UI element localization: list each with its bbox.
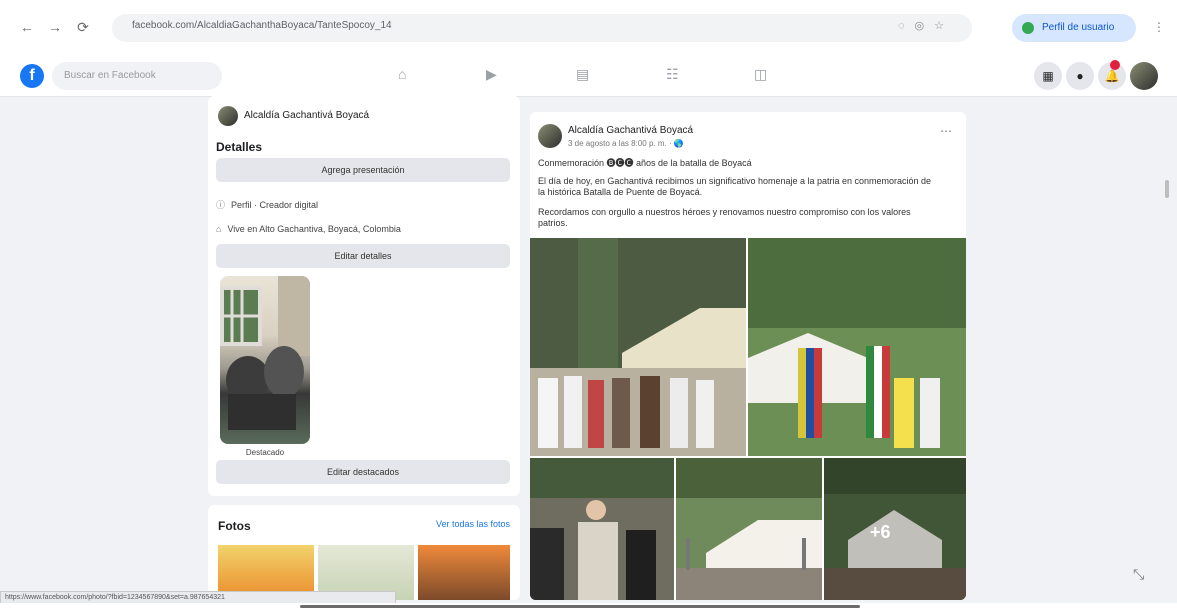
post-photo[interactable] xyxy=(748,238,966,456)
url-actions-icon[interactable]: ◌◎☆ xyxy=(898,19,954,32)
post-photo-4-illustration xyxy=(676,458,822,600)
post-photo-2-illustration xyxy=(748,238,966,456)
video-icon[interactable]: ▶ xyxy=(486,66,497,83)
taskbar-strip xyxy=(0,603,1177,612)
facebook-logo-icon[interactable]: f xyxy=(20,64,44,88)
post-photo-1-illustration xyxy=(530,238,746,456)
featured-photo[interactable] xyxy=(220,276,310,444)
location-icon: ⌂ xyxy=(216,224,222,234)
post-author-avatar[interactable] xyxy=(538,124,562,148)
page-identity: Alcaldía Gachantivá Boyacá xyxy=(218,106,508,132)
featured-label: Destacado xyxy=(245,448,285,457)
menu-grid-icon[interactable]: ▦ xyxy=(1034,62,1062,90)
details-title: Detalles xyxy=(216,140,263,154)
messenger-icon[interactable]: ● xyxy=(1066,62,1094,90)
post-photo[interactable] xyxy=(530,238,746,456)
profile-pill-label: Perfil de usuario xyxy=(1042,22,1115,33)
page-name[interactable]: Alcaldía Gachantivá Boyacá xyxy=(244,110,369,121)
edit-details-button[interactable]: Editar detalles xyxy=(216,244,510,268)
profile-detail: ⓘ Perfil · Creador digital xyxy=(216,198,506,212)
post-card: Alcaldía Gachantivá Boyacá 3 de agosto a… xyxy=(530,112,966,600)
post-text-line: patrios. xyxy=(538,218,568,228)
post-photo-more[interactable] xyxy=(824,458,966,600)
profile-dot-icon xyxy=(1022,22,1034,34)
gaming-icon[interactable]: ◫ xyxy=(754,66,767,83)
top-navigation: ⌂ ▶ ▤ ☷ ◫ xyxy=(390,66,810,86)
post-author[interactable]: Alcaldía Gachantivá Boyacá xyxy=(568,125,693,136)
post-photo-3-illustration xyxy=(530,458,674,600)
location-detail-text: Vive en Alto Gachantiva, Boyacá, Colombi… xyxy=(227,224,401,234)
details-panel: Alcaldía Gachantivá Boyacá Detalles Agre… xyxy=(208,96,520,496)
more-photos-count[interactable]: +6 xyxy=(870,522,891,543)
post-text-line: la histórica Batalla de Puente de Boyacá… xyxy=(538,187,703,197)
facebook-header: f Buscar en Facebook ⌂ ▶ ▤ ☷ ◫ ▦ ● 🔔 xyxy=(0,56,1177,97)
edit-featured-button[interactable]: Editar destacados xyxy=(216,460,510,484)
address-bar[interactable]: facebook.com/AlcaldiaGachanthaBoyaca/Tan… xyxy=(112,14,972,42)
add-presentation-button[interactable]: Agrega presentación xyxy=(216,158,510,182)
page-avatar[interactable] xyxy=(218,106,238,126)
home-icon[interactable]: ⌂ xyxy=(398,66,406,82)
page-scrollbar[interactable] xyxy=(1165,180,1169,198)
taskbar-indicator xyxy=(300,605,860,608)
notification-badge xyxy=(1110,60,1120,70)
collapse-icon[interactable]: ⤡ xyxy=(1133,566,1144,583)
post-text-line: Recordamos con orgullo a nuestros héroes… xyxy=(538,207,911,217)
browser-row: ← → ⟳ facebook.com/AlcaldiaGachanthaBoya… xyxy=(0,14,1177,42)
profile-detail-text: Perfil · Creador digital xyxy=(231,200,319,210)
post-time[interactable]: 3 de agosto a las 8:00 p. m. · 🌎 xyxy=(568,139,684,148)
post-photo-5-illustration xyxy=(824,458,966,600)
url-text: facebook.com/AlcaldiaGachanthaBoyaca/Tan… xyxy=(132,20,392,31)
post-text-line: Conmemoración 🅑🅒🅒 años de la batalla de … xyxy=(538,158,752,168)
post-photo[interactable] xyxy=(676,458,822,600)
reload-icon[interactable]: ⟳ xyxy=(74,18,92,36)
location-detail: ⌂ Vive en Alto Gachantiva, Boyacá, Colomb… xyxy=(216,224,506,238)
see-all-photos-link[interactable]: Ver todas las fotos xyxy=(436,519,510,529)
photos-title: Fotos xyxy=(218,519,251,533)
browser-toolbar: ← → ⟳ facebook.com/AlcaldiaGachanthaBoya… xyxy=(0,0,1177,57)
photos-section: Fotos Ver todas las fotos xyxy=(208,505,520,600)
forward-icon[interactable]: → xyxy=(46,18,64,36)
post-photo[interactable] xyxy=(530,458,674,600)
info-icon: ⓘ xyxy=(216,200,226,210)
avatar[interactable] xyxy=(1130,62,1158,90)
marketplace-icon[interactable]: ▤ xyxy=(576,66,589,83)
search-placeholder: Buscar en Facebook xyxy=(64,70,156,81)
post-header: Alcaldía Gachantivá Boyacá 3 de agosto a… xyxy=(538,124,958,154)
groups-icon[interactable]: ☷ xyxy=(666,66,679,83)
post-options-icon[interactable]: ⋯ xyxy=(940,124,952,138)
photo-thumbnail[interactable] xyxy=(418,545,510,600)
search-input[interactable]: Buscar en Facebook xyxy=(52,62,222,90)
profile-pill[interactable]: Perfil de usuario xyxy=(1012,14,1136,42)
post-text-line: El día de hoy, en Gachantivá recibimos u… xyxy=(538,176,932,186)
featured-photo-illustration xyxy=(220,276,310,430)
account-actions: ▦ ● 🔔 xyxy=(1034,60,1164,90)
browser-menu-icon[interactable]: ⋮ xyxy=(1153,20,1165,34)
back-icon[interactable]: ← xyxy=(18,18,36,36)
